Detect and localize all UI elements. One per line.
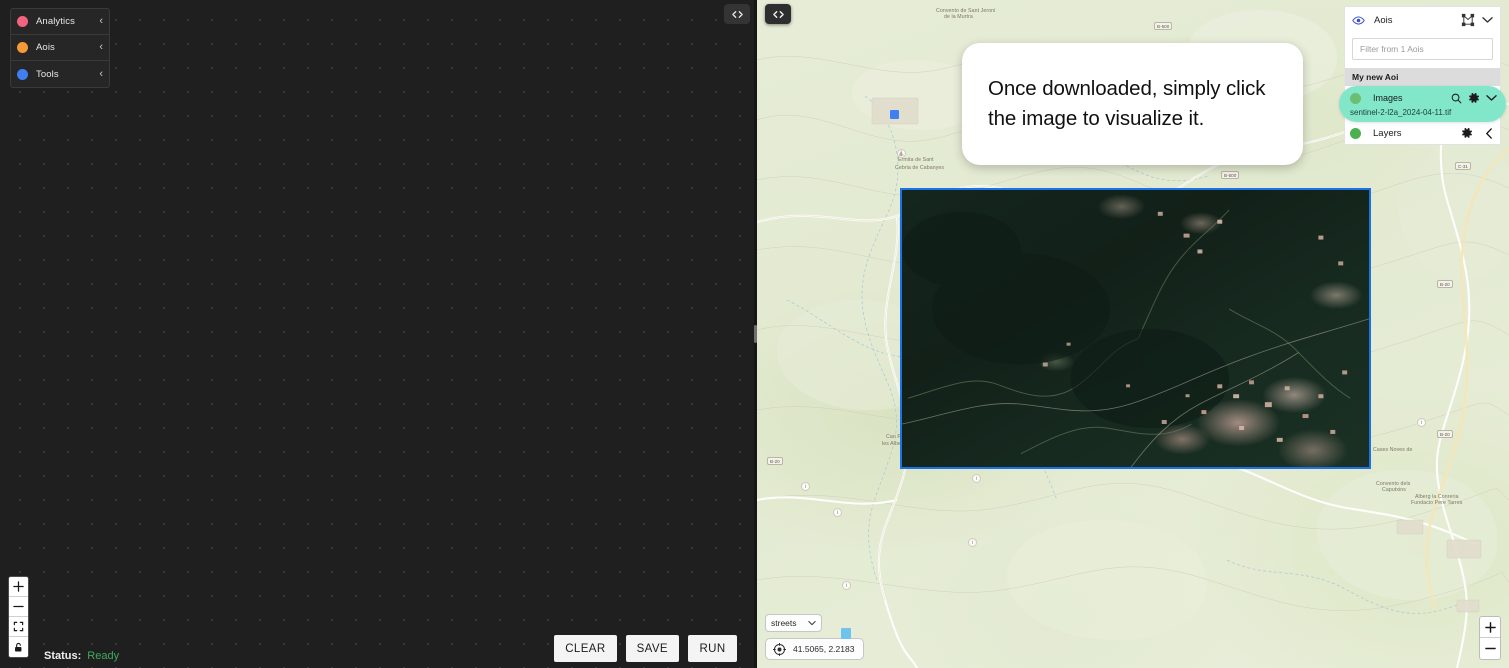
chevron-left-icon[interactable]: ‹ <box>99 68 103 80</box>
workspace-collapse-toggle[interactable] <box>724 4 750 24</box>
aoi-group-title: My new Aoi <box>1344 68 1501 86</box>
gear-icon[interactable] <box>1461 127 1473 139</box>
aois-dot-icon <box>17 42 28 53</box>
chevron-left-icon[interactable] <box>1485 127 1493 139</box>
canvas-zoom-in-button[interactable] <box>9 577 28 597</box>
canvas-controls <box>8 576 29 658</box>
basemap-select[interactable]: streets <box>765 614 822 632</box>
node-label-tools: Tools <box>36 68 59 80</box>
poi-marker[interactable]: i <box>972 474 981 483</box>
landmark-marker[interactable] <box>890 110 899 119</box>
node-list: Analytics ‹ Aois ‹ Tools ‹ <box>10 8 110 88</box>
clear-button[interactable]: CLEAR <box>554 635 617 662</box>
aoi-filter-wrapper <box>1344 33 1501 68</box>
map-view[interactable]: Convento de Sant Jeroni de la Murtra Erm… <box>757 0 1509 668</box>
aoi-filter-input[interactable] <box>1352 38 1493 60</box>
poi-marker[interactable]: i <box>968 538 977 547</box>
status-bar: Status: Ready <box>44 650 119 662</box>
map-zoom-in-button[interactable] <box>1480 617 1500 638</box>
images-label: Images <box>1373 93 1403 103</box>
coordinates-value: 41.5065, 2.2183 <box>793 644 855 654</box>
map-collapse-toggle[interactable] <box>765 4 791 24</box>
run-button[interactable]: RUN <box>688 635 737 662</box>
chevron-down-icon[interactable] <box>1486 94 1497 102</box>
map-label: Caputxins <box>1382 487 1406 493</box>
road-shield: B-500 <box>1154 22 1173 30</box>
crosshair-icon <box>773 642 786 656</box>
images-row[interactable]: Images <box>1339 88 1506 108</box>
aoi-item-list: Images sentinel-2-l2a_2024-04-11.tif Lay… <box>1339 86 1506 145</box>
map-label: de la Murtra <box>944 14 973 20</box>
road-shield: B-500 <box>1221 171 1240 179</box>
chevron-down-icon[interactable] <box>1482 16 1493 24</box>
node-label-aois: Aois <box>36 42 55 53</box>
node-label-analytics: Analytics <box>36 16 75 27</box>
aoi-item-layers[interactable]: Layers <box>1345 122 1500 144</box>
map-label: Cases Noves de <box>1373 447 1413 453</box>
images-status-dot-icon <box>1350 92 1361 104</box>
map-label: Ermita de Sant <box>898 157 934 163</box>
aoi-panel-title: Aois <box>1374 14 1393 26</box>
node-item-tools[interactable]: Tools ‹ <box>11 61 109 87</box>
road-shield: C-31 <box>1455 162 1471 170</box>
aoi-panel: Aois My new Aoi <box>1339 6 1506 145</box>
chevron-left-icon[interactable]: ‹ <box>99 42 103 53</box>
status-value: Ready <box>87 650 120 662</box>
layers-status-dot-icon <box>1350 127 1361 139</box>
polygon-select-icon[interactable] <box>1461 13 1475 27</box>
road-shield: B-20 <box>1437 430 1453 438</box>
status-label: Status: <box>44 650 82 662</box>
road-shield: B-20 <box>1437 280 1453 288</box>
app-root: Analytics ‹ Aois ‹ Tools ‹ Status: Ready… <box>0 0 1509 668</box>
map-label: Cebria de Cabanyes <box>895 165 945 171</box>
poi-marker[interactable]: i <box>842 581 851 590</box>
chevron-left-icon[interactable]: ‹ <box>99 16 103 27</box>
layers-label: Layers <box>1373 127 1402 139</box>
sentinel-aoi-image[interactable] <box>900 188 1371 469</box>
road-shield: B-20 <box>767 457 783 465</box>
node-item-analytics[interactable]: Analytics ‹ <box>11 9 109 35</box>
save-button[interactable]: SAVE <box>625 635 679 662</box>
map-label: Fundacio Pere Tarres <box>1411 500 1463 506</box>
map-zoom-out-button[interactable] <box>1480 638 1500 659</box>
tutorial-callout: Once downloaded, simply click the image … <box>962 43 1303 165</box>
eye-icon[interactable] <box>1352 15 1365 26</box>
fit-screen-icon[interactable] <box>9 617 28 637</box>
poi-marker[interactable]: i <box>801 482 810 491</box>
node-item-aois[interactable]: Aois ‹ <box>11 35 109 61</box>
poi-marker[interactable]: i <box>833 508 842 517</box>
satellite-terrain-detail <box>902 209 1369 467</box>
aoi-panel-header: Aois <box>1344 6 1501 33</box>
lock-open-icon[interactable] <box>9 637 28 657</box>
basemap-value: streets <box>771 618 797 628</box>
analytics-dot-icon <box>17 16 28 27</box>
gear-icon[interactable] <box>1468 92 1480 104</box>
workflow-canvas[interactable]: Analytics ‹ Aois ‹ Tools ‹ Status: Ready… <box>0 0 755 668</box>
chevron-down-icon <box>808 619 816 628</box>
search-icon[interactable] <box>1451 93 1462 104</box>
image-filename[interactable]: sentinel-2-l2a_2024-04-11.tif <box>1339 108 1506 118</box>
map-position-marker <box>841 628 851 639</box>
poi-marker[interactable]: i <box>1417 418 1426 427</box>
map-zoom-controls <box>1479 616 1501 660</box>
callout-text: Once downloaded, simply click the image … <box>988 77 1266 130</box>
canvas-zoom-out-button[interactable] <box>9 597 28 617</box>
tools-dot-icon <box>17 68 28 80</box>
action-button-row: CLEAR SAVE RUN <box>554 635 737 662</box>
aoi-item-images[interactable]: Images sentinel-2-l2a_2024-04-11.tif <box>1339 86 1506 122</box>
poi-marker[interactable]: ⛪ <box>897 149 906 158</box>
coordinates-readout[interactable]: 41.5065, 2.2183 <box>765 638 865 660</box>
